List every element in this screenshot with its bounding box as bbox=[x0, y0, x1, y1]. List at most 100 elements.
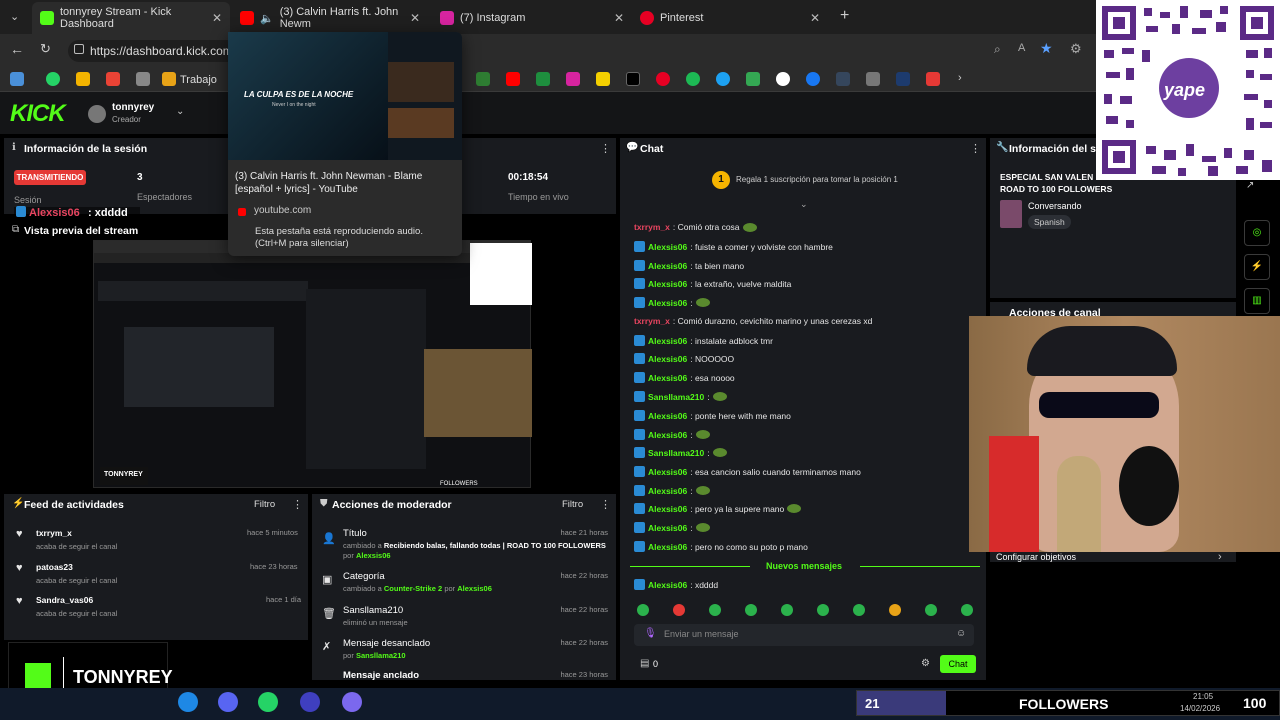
bookmark-icon[interactable] bbox=[716, 72, 730, 86]
bookmark-icon[interactable] bbox=[926, 72, 940, 86]
chat-username[interactable]: Alexsis06 bbox=[648, 411, 687, 421]
threads-icon[interactable] bbox=[776, 72, 790, 86]
back-icon[interactable]: ← bbox=[10, 41, 24, 57]
instagram-icon[interactable] bbox=[566, 72, 580, 86]
chat-username[interactable]: Alexsis06 bbox=[648, 261, 687, 271]
drive-icon[interactable] bbox=[76, 72, 90, 86]
emote-icon[interactable] bbox=[709, 604, 721, 616]
chat-username[interactable]: Alexsis06 bbox=[648, 523, 687, 533]
facebook-icon[interactable] bbox=[806, 72, 820, 86]
bookmark-icon[interactable] bbox=[866, 72, 880, 86]
chevron-down-icon[interactable]: ⌄ bbox=[176, 106, 184, 117]
bookmark-icon[interactable] bbox=[476, 72, 490, 86]
emote-icon[interactable] bbox=[745, 604, 757, 616]
close-icon[interactable]: ✕ bbox=[410, 11, 420, 25]
mod-filter-button[interactable]: Filtro bbox=[562, 499, 583, 510]
microphone-icon[interactable]: 🎙 bbox=[644, 628, 657, 639]
emote-icon[interactable] bbox=[889, 604, 901, 616]
chat-username[interactable]: Alexsis06 bbox=[648, 467, 687, 477]
activity-user[interactable]: txrrym_x bbox=[36, 528, 72, 538]
pinterest-icon[interactable] bbox=[656, 72, 670, 86]
more-icon[interactable]: ⋮ bbox=[292, 498, 303, 511]
stream-preview-video[interactable]: TONNYREY FOLLOWERS bbox=[93, 240, 532, 488]
youtube-icon[interactable] bbox=[506, 72, 520, 86]
kick-logo[interactable]: KICK bbox=[10, 100, 66, 128]
chevron-right-icon[interactable]: › bbox=[1218, 551, 1222, 563]
more-icon[interactable]: ⋮ bbox=[970, 142, 981, 155]
emote-icon[interactable] bbox=[781, 604, 793, 616]
spotify-icon[interactable] bbox=[686, 72, 700, 86]
gmail-icon[interactable] bbox=[106, 72, 120, 86]
emoji-icon[interactable]: ☺ bbox=[956, 628, 966, 639]
bookmark-folder-trabajo[interactable]: Trabajo bbox=[180, 74, 217, 86]
emote-icon[interactable] bbox=[817, 604, 829, 616]
site-info-icon[interactable] bbox=[74, 44, 84, 54]
chat-username[interactable]: Alexsis06 bbox=[648, 336, 687, 346]
chat-username[interactable]: Alexsis06 bbox=[648, 279, 687, 289]
app-icon[interactable] bbox=[342, 692, 362, 712]
chevron-right-icon[interactable]: › bbox=[958, 72, 962, 84]
tab-youtube[interactable]: 🔈 (3) Calvin Harris ft. John Newm ✕ bbox=[232, 6, 428, 30]
x-icon[interactable] bbox=[626, 72, 640, 86]
chevron-down-icon[interactable]: ⌄ bbox=[800, 199, 808, 210]
emote-icon[interactable] bbox=[853, 604, 865, 616]
bookmark-icon[interactable] bbox=[10, 72, 24, 86]
chat-username[interactable]: Alexsis06 bbox=[648, 430, 687, 440]
collapse-icon[interactable]: ↗ bbox=[1246, 180, 1254, 191]
bookmark-icon[interactable] bbox=[536, 72, 550, 86]
discord-icon[interactable] bbox=[218, 692, 238, 712]
bookmark-icon[interactable] bbox=[596, 72, 610, 86]
avatar[interactable] bbox=[88, 105, 106, 123]
chat-username[interactable]: Alexsis06 bbox=[648, 486, 687, 496]
chat-username[interactable]: txrrym_x bbox=[634, 222, 670, 232]
chat-username[interactable]: Alexsis06 bbox=[648, 354, 687, 364]
clipboard-icon[interactable]: ▥ bbox=[1244, 288, 1270, 314]
stream-setting-icon[interactable]: ◎ bbox=[1244, 220, 1270, 246]
extensions-icon[interactable]: ⚙ bbox=[1070, 41, 1082, 57]
close-icon[interactable]: ✕ bbox=[212, 11, 222, 25]
tab-pinterest[interactable]: Pinterest ✕ bbox=[632, 6, 828, 30]
emote-icon[interactable] bbox=[637, 604, 649, 616]
activity-user[interactable]: patoas23 bbox=[36, 562, 73, 572]
send-chat-button[interactable]: Chat bbox=[940, 655, 976, 673]
chat-username[interactable]: Sansllama210 bbox=[648, 448, 704, 458]
mod-item-user[interactable]: Alexsis06 bbox=[356, 551, 391, 560]
chat-username[interactable]: Alexsis06 bbox=[648, 542, 687, 552]
mod-item-user[interactable]: Sansllama210 bbox=[356, 651, 406, 660]
close-icon[interactable]: ✕ bbox=[614, 11, 624, 25]
activity-user[interactable]: Sandra_vas06 bbox=[36, 595, 93, 605]
bookmark-icon[interactable] bbox=[136, 72, 150, 86]
chat-username[interactable]: Alexsis06 bbox=[648, 242, 687, 252]
settings-gear-icon[interactable]: ⚙ bbox=[921, 658, 930, 669]
new-tab-button[interactable]: + bbox=[840, 7, 849, 25]
chat-username[interactable]: Alexsis06 bbox=[648, 580, 687, 590]
read-aloud-icon[interactable]: A bbox=[1018, 42, 1025, 54]
whatsapp-icon[interactable] bbox=[46, 72, 60, 86]
maps-icon[interactable] bbox=[746, 72, 760, 86]
tab-list-chevron-icon[interactable]: ⌄ bbox=[10, 10, 19, 23]
tumblr-icon[interactable] bbox=[836, 72, 850, 86]
more-icon[interactable]: ⋮ bbox=[600, 142, 611, 155]
tab-kick[interactable]: tonnyrey Stream - Kick Dashboard ✕ bbox=[32, 2, 230, 34]
mod-item-user[interactable]: Alexsis06 bbox=[457, 584, 492, 593]
favorite-star-icon[interactable]: ★ bbox=[1040, 40, 1053, 57]
refresh-icon[interactable]: ↻ bbox=[40, 41, 51, 57]
emote-icon[interactable] bbox=[925, 604, 937, 616]
bookmark-icon[interactable] bbox=[896, 72, 910, 86]
folder-icon[interactable] bbox=[162, 72, 176, 86]
more-icon[interactable]: ⋮ bbox=[600, 498, 611, 511]
tab-instagram[interactable]: (7) Instagram ✕ bbox=[432, 6, 632, 30]
chat-username[interactable]: txrrym_x bbox=[634, 316, 670, 326]
speaker-icon[interactable]: 🔈 bbox=[260, 12, 274, 25]
new-messages-label[interactable]: Nuevos mensajes bbox=[766, 561, 842, 571]
lightning-icon[interactable]: ⚡ bbox=[1244, 254, 1270, 280]
mod-item-title[interactable]: Sansllama210 bbox=[343, 605, 403, 616]
app-icon[interactable] bbox=[300, 692, 320, 712]
chat-username[interactable]: Alexsis06 bbox=[648, 504, 687, 514]
chat-username[interactable]: Alexsis06 bbox=[648, 373, 687, 383]
chat-username[interactable]: Alexsis06 bbox=[648, 298, 687, 308]
whatsapp-icon[interactable] bbox=[258, 692, 278, 712]
edge-icon[interactable] bbox=[178, 692, 198, 712]
emote-icon[interactable] bbox=[673, 604, 685, 616]
chat-username[interactable]: Sansllama210 bbox=[648, 392, 704, 402]
